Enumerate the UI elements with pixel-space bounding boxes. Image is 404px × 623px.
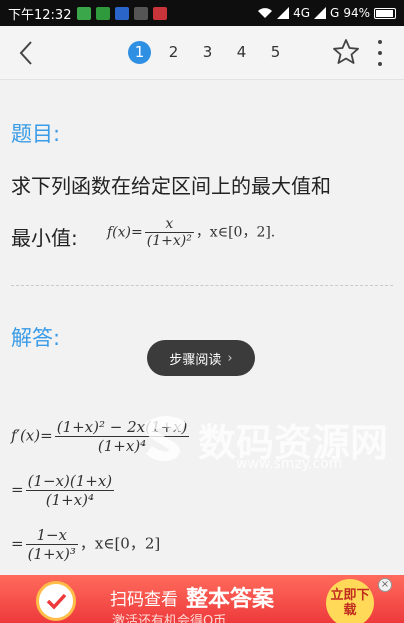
chevron-right-icon: › (227, 350, 233, 366)
derivative-lhs: f′(x)= (11, 426, 53, 445)
question-text-line-2: 最小值: (11, 226, 78, 250)
banner-text-scan: 扫码查看 (110, 590, 178, 610)
wechat-notification-icon (77, 6, 92, 20)
step-reading-button[interactable]: 步骤阅读 › (147, 340, 255, 376)
news-notification-icon (153, 6, 168, 20)
download-banner[interactable]: 扫码查看 整本答案 激活还有机会得Q币 立即下载 (0, 575, 404, 623)
download-now-button[interactable]: 立即下载 (326, 579, 374, 623)
banner-subtitle: 激活还有机会得Q币 (112, 614, 227, 623)
status-bar: 下午12:32 4G G 94% (0, 0, 404, 26)
page-number-5[interactable]: 5 (264, 41, 287, 64)
formula-numerator: x (144, 216, 194, 233)
watermark-logo-icon (144, 416, 186, 462)
step3-domain: ，x∈[0，2] (79, 534, 161, 553)
back-arrow-icon[interactable] (12, 38, 42, 68)
banner-text-answers: 整本答案 (186, 587, 275, 612)
page-number-4[interactable]: 4 (230, 41, 253, 64)
network-type-g: G (330, 6, 340, 20)
watermark-url: www.smzy.com (236, 456, 343, 472)
status-time: 下午12:32 (8, 7, 72, 23)
derivative-step-2: = (1−x)(1+x) (1+x)⁴ (11, 472, 116, 509)
step3-denominator: (1+x)³ (27, 545, 76, 563)
step3-equals: = (11, 534, 24, 553)
step-reading-label: 步骤阅读 (169, 352, 222, 368)
step2-numerator: (1−x)(1+x) (25, 472, 115, 491)
wifi-icon (258, 8, 273, 18)
coin-check-icon (36, 581, 76, 621)
step3-numerator: 1−x (25, 526, 78, 545)
app-notification-icon (134, 6, 149, 20)
app-notification-icon (115, 6, 130, 20)
formula-lhs: f(x)= (107, 224, 143, 241)
formula-fraction: x (1+x)² (144, 216, 194, 249)
formula-domain: ，x∈[0，2]. (195, 224, 276, 241)
page-number-2[interactable]: 2 (162, 41, 185, 64)
more-options-icon[interactable] (374, 38, 386, 68)
network-type-4g: 4G (293, 6, 311, 20)
question-formula: f(x)= x (1+x)² ，x∈[0，2]. (107, 216, 275, 249)
step3-fraction: 1−x (1+x)³ (25, 526, 78, 563)
page-selector: 12345 (128, 41, 287, 64)
step2-denominator: (1+x)⁴ (45, 491, 94, 509)
answer-title: 解答: (11, 326, 61, 350)
formula-denominator: (1+x)² (146, 233, 192, 249)
app-notification-icon (96, 6, 111, 20)
status-indicators: 4G G 94% (257, 6, 396, 20)
favorite-star-icon[interactable] (332, 38, 360, 66)
battery-icon (374, 7, 396, 19)
page-number-3[interactable]: 3 (196, 41, 219, 64)
reader-toolbar: 12345 (0, 26, 404, 80)
question-text-line-1: 求下列函数在给定区间上的最大值和 (11, 174, 331, 198)
battery-percent: 94% (343, 6, 370, 20)
step2-equals: = (11, 480, 24, 499)
derivative-step-3: = 1−x (1+x)³ ，x∈[0，2] (11, 526, 160, 563)
page-number-1[interactable]: 1 (128, 41, 151, 64)
question-title: 题目: (11, 122, 61, 146)
signal-icon (277, 7, 290, 19)
checkmark-icon (46, 593, 67, 610)
close-icon[interactable]: × (378, 578, 392, 592)
signal-icon (314, 7, 327, 19)
step2-fraction: (1−x)(1+x) (1+x)⁴ (25, 472, 115, 509)
section-divider (11, 285, 393, 286)
